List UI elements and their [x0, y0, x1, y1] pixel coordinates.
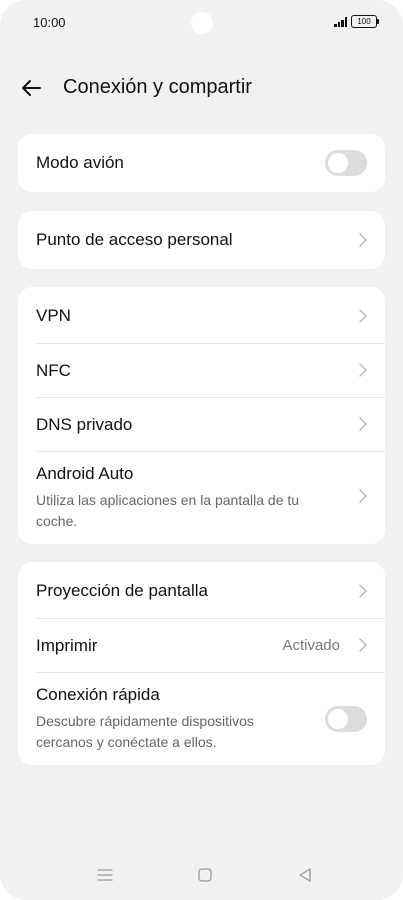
- nfc-row[interactable]: NFC: [18, 344, 385, 397]
- devices-card: Proyección de pantalla Imprimir Activado…: [18, 562, 385, 765]
- toggle-knob: [328, 709, 348, 729]
- print-label: Imprimir: [36, 636, 98, 655]
- vpn-row[interactable]: VPN: [18, 287, 385, 343]
- camera-cutout: [191, 12, 213, 34]
- airplane-mode-toggle[interactable]: [325, 150, 367, 176]
- hotspot-card: Punto de acceso personal: [18, 211, 385, 269]
- chevron-right-icon: [359, 417, 367, 431]
- print-status-value: Activado: [282, 637, 340, 654]
- menu-icon[interactable]: [96, 866, 114, 884]
- quick-connect-toggle[interactable]: [325, 706, 367, 732]
- network-card: VPN NFC DNS privado Android Auto Utiliza…: [18, 287, 385, 544]
- signal-icon: [334, 16, 347, 27]
- android-auto-description: Utiliza las aplicaciones en la pantalla …: [36, 492, 300, 529]
- home-square-icon[interactable]: [196, 866, 214, 884]
- status-bar: 10:00 100: [0, 0, 403, 46]
- airplane-card: Modo avión: [18, 134, 385, 192]
- chevron-right-icon: [359, 638, 367, 652]
- private-dns-row[interactable]: DNS privado: [18, 398, 385, 451]
- screen-projection-label: Proyección de pantalla: [36, 581, 209, 600]
- chevron-right-icon: [359, 233, 367, 247]
- quick-connect-row[interactable]: Conexión rápida Descubre rápidamente dis…: [18, 673, 385, 765]
- hotspot-label: Punto de acceso personal: [36, 230, 233, 249]
- hotspot-row[interactable]: Punto de acceso personal: [18, 211, 385, 269]
- screen-projection-row[interactable]: Proyección de pantalla: [18, 562, 385, 618]
- status-icons: 100: [334, 15, 379, 28]
- private-dns-label: DNS privado: [36, 415, 133, 434]
- nfc-label: NFC: [36, 361, 71, 380]
- print-row[interactable]: Imprimir Activado: [18, 619, 385, 672]
- app-header: Conexión y compartir: [0, 64, 403, 110]
- airplane-mode-label: Modo avión: [36, 153, 124, 172]
- status-time: 10:00: [33, 15, 66, 30]
- chevron-right-icon: [359, 584, 367, 598]
- quick-connect-label: Conexión rápida: [36, 685, 160, 704]
- android-auto-label: Android Auto: [36, 464, 134, 483]
- airplane-mode-row[interactable]: Modo avión: [18, 134, 385, 192]
- page-title: Conexión y compartir: [63, 76, 252, 98]
- toggle-knob: [328, 153, 348, 173]
- chevron-right-icon: [359, 309, 367, 323]
- android-auto-row[interactable]: Android Auto Utiliza las aplicaciones en…: [18, 452, 385, 544]
- back-triangle-icon[interactable]: [296, 866, 314, 884]
- quick-connect-description: Descubre rápidamente dispositivos cercan…: [36, 713, 254, 750]
- chevron-right-icon: [359, 489, 367, 503]
- chevron-right-icon: [359, 363, 367, 377]
- battery-icon: 100: [351, 15, 379, 28]
- system-nav-bar: [0, 860, 403, 890]
- back-arrow-icon[interactable]: [20, 76, 44, 100]
- phone-screen: 10:00 100 Conexión y compartir Modo avió…: [0, 0, 403, 900]
- vpn-label: VPN: [36, 306, 71, 325]
